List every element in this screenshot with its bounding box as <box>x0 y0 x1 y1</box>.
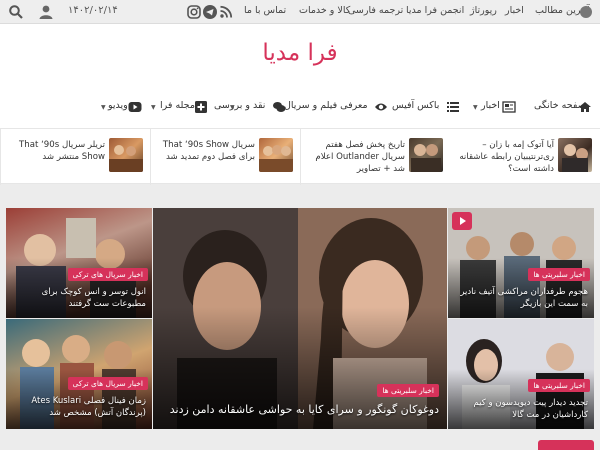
nav-item-video[interactable]: ویدیو <box>108 100 128 111</box>
topbar-link-reportage[interactable]: رپورتاژ <box>470 5 497 16</box>
main-nav: صفحه خانگی اخبار ▼ باکس آفیس معرفی فیلم … <box>0 96 600 122</box>
ticker-thumbnail-art <box>562 144 588 172</box>
site-logo[interactable]: فرا مدیا <box>0 40 600 66</box>
ticker-thumbnail <box>558 138 592 172</box>
ticker-item[interactable]: تریلر سریال That ‘90s Show منتشر شد <box>0 129 150 185</box>
featured-tile[interactable]: اخبار سریال های ترکی انول توسر و انس کوچ… <box>6 208 152 318</box>
youtube-icon <box>128 102 142 112</box>
ticker-title[interactable]: آیا آتوک إمه با زان‌ – ‌ری‌ترنتیبیان راب… <box>456 139 554 175</box>
chevron-down-icon: ▼ <box>473 104 478 111</box>
tile-caption[interactable]: هجوم طرفداران مراکشی آتیف نادیر به سمت ا… <box>454 286 588 310</box>
category-badge[interactable]: اخبار سلبریتی ها <box>377 384 439 397</box>
section-tab[interactable] <box>538 440 594 450</box>
ticker-title[interactable]: تاریخ پخش فصل هفتم سریال Outlander اعلام… <box>307 139 405 175</box>
circle-icon <box>580 6 592 18</box>
chevron-down-icon: ▼ <box>101 104 106 111</box>
list-icon <box>447 102 459 112</box>
category-badge[interactable]: اخبار سریال های ترکی <box>67 268 148 281</box>
ticker-item[interactable]: سریال That ‘90s Show برای فصل دوم تمدید … <box>150 129 300 185</box>
telegram-icon[interactable] <box>202 4 218 20</box>
ticker-thumbnail <box>109 138 143 172</box>
category-badge[interactable]: اخبار سلبریتی ها <box>528 379 590 392</box>
newspaper-icon <box>502 101 516 113</box>
ticker-item[interactable]: آیا آتوک إمه با زان‌ – ‌ری‌ترنتیبیان راب… <box>450 129 600 185</box>
ticker-thumbnail-art <box>259 145 293 172</box>
nav-item-review[interactable]: نقد و بررسی <box>214 100 265 111</box>
tile-caption[interactable]: زمان فینال فصلی Ates Kuslari (پرندگان آت… <box>12 395 146 419</box>
tile-caption[interactable]: دوغوکان گونگور و سرای کایا به حواشی عاشق… <box>161 402 439 417</box>
ticker-title[interactable]: سریال That ‘90s Show برای فصل دوم تمدید … <box>161 139 255 163</box>
site-header: فرا مدیا صفحه خانگی اخبار ▼ باکس آفیس مع… <box>0 24 600 128</box>
ticker-thumbnail <box>409 138 443 172</box>
topbar-link-forum[interactable]: انجمن فرا مدیا <box>406 5 464 16</box>
top-bar: ۱۴۰۲/۰۲/۱۴ تماس با ما کالا و خدمات ترجمه… <box>0 0 600 24</box>
chevron-down-icon: ▼ <box>230 104 235 111</box>
topbar-link-goods[interactable]: کالا و خدمات <box>299 5 350 16</box>
eye-icon <box>375 103 387 111</box>
topbar-link-news[interactable]: اخبار <box>505 5 524 16</box>
ticker-item[interactable]: تاریخ پخش فصل هفتم سریال Outlander اعلام… <box>300 129 450 185</box>
nav-item-home[interactable]: صفحه خانگی <box>534 100 586 111</box>
ticker-thumbnail-art <box>411 144 441 172</box>
instagram-icon[interactable] <box>186 4 202 20</box>
rss-icon[interactable] <box>218 4 234 20</box>
nav-item-boxoffice[interactable]: باکس آفیس <box>392 100 439 111</box>
ticker-thumbnail <box>259 138 293 172</box>
date-label: ۱۴۰۲/۰۲/۱۴ <box>68 5 118 16</box>
topbar-link-translation[interactable]: ترجمه فارسی <box>348 5 403 16</box>
featured-grid: اخبار سریال های ترکی انول توسر و انس کوچ… <box>6 208 594 429</box>
featured-tile-main[interactable]: اخبار سلبریتی ها دوغوکان گونگور و سرای ک… <box>153 208 447 429</box>
ticker-title[interactable]: تریلر سریال That ‘90s Show منتشر شد <box>11 139 105 163</box>
user-icon[interactable] <box>38 4 54 20</box>
tile-caption[interactable]: تجدید دیدار پیت دیویدسون و کیم کارداشیان… <box>454 397 588 421</box>
featured-tile[interactable]: اخبار سلبریتی ها تجدید دیدار پیت دیویدسو… <box>448 319 594 429</box>
nav-item-intro[interactable]: معرفی فیلم و سریال <box>284 100 368 111</box>
chat-icon <box>273 102 286 112</box>
category-badge[interactable]: اخبار سریال های ترکی <box>67 377 148 390</box>
featured-tile[interactable]: اخبار سریال های ترکی زمان فینال فصلی Ate… <box>6 319 152 429</box>
topbar-link-contact[interactable]: تماس با ما <box>244 5 286 16</box>
featured-tile[interactable]: اخبار سلبریتی ها هجوم طرفداران مراکشی آت… <box>448 208 594 318</box>
chevron-down-icon: ▼ <box>151 104 156 111</box>
tile-caption[interactable]: انول توسر و انس کوچک برای مطبوعات ست گرف… <box>12 286 146 310</box>
search-icon[interactable] <box>8 4 24 20</box>
news-ticker: آیا آتوک إمه با زان‌ – ‌ری‌ترنتیبیان راب… <box>0 128 600 185</box>
nav-item-news[interactable]: اخبار <box>481 100 500 111</box>
category-badge[interactable]: اخبار سلبریتی ها <box>528 268 590 281</box>
plus-icon <box>195 101 207 113</box>
play-icon[interactable] <box>452 212 472 230</box>
ticker-thumbnail-art <box>109 145 143 172</box>
nav-item-magazine[interactable]: مجله فرا <box>160 100 195 111</box>
